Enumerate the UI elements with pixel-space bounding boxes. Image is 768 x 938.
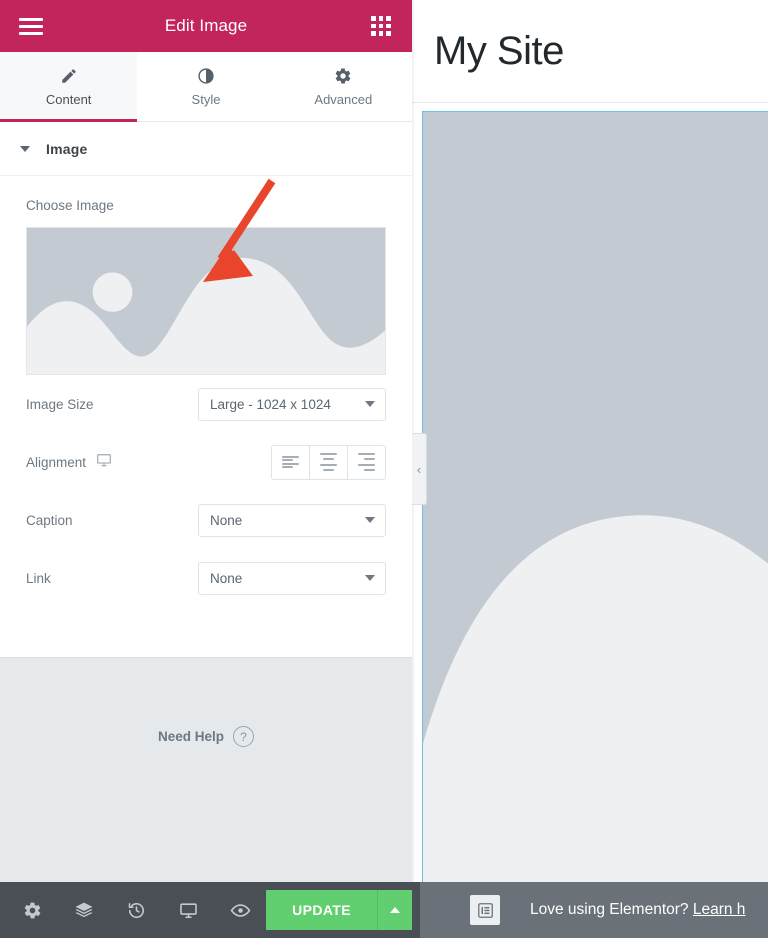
tab-style-label: Style	[191, 91, 221, 107]
site-header: My Site	[412, 0, 768, 103]
update-options-button[interactable]	[377, 890, 412, 930]
image-placeholder-icon	[27, 228, 385, 374]
image-size-value: Large - 1024 x 1024	[210, 396, 331, 412]
love-message-text: Love using Elementor?	[530, 901, 689, 918]
elementor-logo-icon[interactable]	[470, 895, 500, 925]
caret-up-icon	[390, 907, 400, 913]
history-icon[interactable]	[110, 882, 162, 938]
update-button[interactable]: UPDATE	[266, 890, 377, 930]
caption-value: None	[210, 512, 243, 528]
row-image-size: Image Size Large - 1024 x 1024	[26, 375, 386, 433]
link-label: Link	[26, 570, 51, 586]
panel-tabs: Content Style Advanced	[0, 52, 412, 122]
preview-pane: My Site Love using Elementor? Learn h	[412, 0, 768, 938]
preview-eye-icon[interactable]	[214, 882, 266, 938]
panel-footer-toolbar: UPDATE	[0, 882, 412, 938]
tab-advanced[interactable]: Advanced	[274, 52, 412, 121]
align-left-button[interactable]	[272, 445, 310, 479]
need-help-area: Need Help ?	[0, 657, 412, 882]
chevron-down-icon	[365, 517, 375, 523]
panel-collapse-handle[interactable]: ‹	[412, 433, 427, 505]
question-mark-icon: ?	[233, 726, 255, 747]
settings-gear-icon[interactable]	[6, 882, 58, 938]
image-widget[interactable]	[422, 111, 768, 883]
chevron-left-icon: ‹	[416, 461, 422, 477]
responsive-mode-icon[interactable]	[162, 882, 214, 938]
alignment-button-group	[271, 444, 386, 480]
caption-select[interactable]: None	[198, 503, 386, 537]
chevron-down-icon	[365, 575, 375, 581]
hamburger-menu-button[interactable]	[14, 9, 48, 43]
contrast-icon	[197, 67, 215, 85]
need-help-button[interactable]: Need Help ?	[157, 726, 255, 747]
link-select[interactable]: None	[198, 561, 386, 595]
row-caption: Caption None	[26, 491, 386, 549]
panel-header: Edit Image	[0, 0, 412, 52]
row-link: Link None	[26, 549, 386, 607]
chevron-down-icon	[365, 401, 375, 407]
tab-style[interactable]: Style	[137, 52, 275, 121]
choose-image-label: Choose Image	[26, 198, 114, 213]
navigator-layers-icon[interactable]	[58, 882, 110, 938]
panel-title: Edit Image	[164, 16, 248, 35]
preview-canvas[interactable]	[412, 103, 768, 938]
image-size-select[interactable]: Large - 1024 x 1024	[198, 387, 386, 421]
image-thumbnail[interactable]	[26, 227, 386, 375]
caret-down-icon	[20, 145, 30, 152]
site-title: My Site	[434, 28, 564, 73]
need-help-label: Need Help	[157, 729, 225, 744]
bottom-notice-bar: Love using Elementor? Learn h	[412, 882, 768, 938]
section-image-title: Image	[46, 140, 88, 157]
tab-advanced-label: Advanced	[314, 91, 373, 107]
update-button-group: UPDATE	[266, 890, 412, 930]
pencil-icon	[60, 67, 78, 85]
tab-content[interactable]: Content	[0, 52, 138, 122]
section-image-header[interactable]: Image	[0, 122, 412, 176]
hamburger-icon	[19, 14, 43, 39]
caption-label: Caption	[26, 512, 73, 528]
widgets-panel-button[interactable]	[364, 9, 398, 43]
align-right-button[interactable]	[348, 445, 385, 479]
align-center-button[interactable]	[310, 445, 348, 479]
tab-content-label: Content	[45, 91, 92, 107]
row-alignment: Alignment	[26, 433, 386, 491]
image-size-label: Image Size	[26, 396, 94, 412]
desktop-icon[interactable]	[96, 452, 112, 473]
elementor-editor: Edit Image Content Style Advanced Image …	[0, 0, 768, 938]
gear-icon	[334, 67, 352, 85]
footer-seam	[412, 882, 420, 938]
grid-widgets-icon	[371, 16, 391, 36]
link-value: None	[210, 570, 243, 586]
alignment-label: Alignment	[26, 454, 87, 470]
learn-how-link[interactable]: Learn h	[693, 901, 746, 918]
elementor-love-message: Love using Elementor? Learn h	[530, 901, 745, 919]
panel-body: Choose Image Image Size Large - 1024 x 1…	[0, 176, 412, 657]
elementor-panel: Edit Image Content Style Advanced Image …	[0, 0, 412, 938]
image-placeholder-icon	[423, 112, 768, 882]
